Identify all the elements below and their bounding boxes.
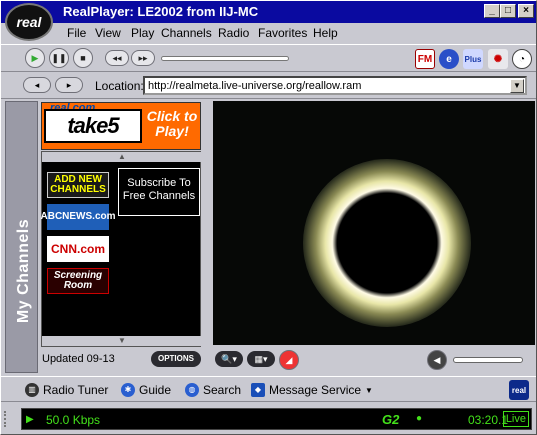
channel-abcnews[interactable]: ABCNEWS.com [41,204,116,230]
position-slider[interactable] [161,56,289,61]
my-channels-tab[interactable]: My Channels [5,101,38,373]
chevron-down-icon[interactable]: ▼ [510,79,524,93]
guide-label: Guide [139,383,172,397]
status-bar: ▶ 50.0 Kbps G2 ● 03:20.1 Live [21,408,532,430]
menu-help[interactable]: Help [313,26,338,40]
radio-tuner-link[interactable]: ▥ Radio Tuner [25,383,108,397]
fast-forward-icon[interactable]: ▸▸ [131,50,155,66]
take5-banner[interactable]: real.com take5 Click to Play! [41,102,201,150]
zoom-icon[interactable]: 🔍▾ [215,351,243,367]
forward-button[interactable]: ▸ [55,77,83,93]
menu-channels[interactable]: Channels [161,26,212,40]
scroll-down-icon[interactable]: ▼ [42,336,202,346]
channel-tooltip: Subscribe To Free Channels [118,168,200,216]
message-icon: ◆ [251,383,265,397]
bottom-links: ▥ Radio Tuner ✱ Guide ◍ Search ◆ Message… [1,376,536,402]
menu-favorites[interactable]: Favorites [258,26,307,40]
title-bar: RealPlayer: LE2002 from IIJ-MC _ □ × [1,1,536,23]
real-small-logo[interactable]: real [509,380,529,400]
channel-cnn[interactable]: CNN.com [47,236,109,262]
channel-screening-room[interactable]: Screening Room [47,268,109,294]
message-service-label: Message Service [269,383,362,397]
channels-panel: real.com take5 Click to Play! ▲ ADD NEW … [39,101,203,373]
video-display [213,101,535,345]
guide-icon: ✱ [121,383,135,397]
play-status-icon: ▶ [26,414,34,425]
g2-logo: G2 [382,412,400,427]
message-service-link[interactable]: ◆ Message Service ▼ [251,383,373,397]
video-controls: 🔍▾ ▦▾ ◢ ◀ [213,347,535,373]
options-button[interactable]: OPTIONS [151,351,201,367]
clock-icon[interactable]: ◔ [512,49,532,69]
solar-eclipse-image [303,159,471,327]
realplayer-window: RealPlayer: LE2002 from IIJ-MC _ □ × rea… [0,0,537,435]
real-e-icon[interactable]: e [439,49,459,69]
dropdown-arrow-icon: ▼ [365,385,373,395]
location-input[interactable]: http://realmeta.live-universe.org/reallo… [143,76,527,95]
mute-icon[interactable]: ◀ [427,350,447,370]
search-label: Search [203,383,242,397]
maximize-button[interactable]: □ [500,4,516,18]
radio-icon: ▥ [25,383,39,397]
updated-date: Updated 09-13 [42,353,115,365]
location-url: http://realmeta.live-universe.org/reallo… [148,80,362,92]
live-badge: Live [502,411,529,427]
back-button[interactable]: ◂ [23,77,51,93]
channel-add-new[interactable]: ADD NEW CHANNELS [47,172,109,198]
rewind-icon[interactable]: ◂◂ [105,50,129,66]
channel-list: ▲ ADD NEW CHANNELS ABCNEWS.com CNN.com S… [41,151,202,347]
pause-icon[interactable]: ❚❚ [49,48,69,68]
real-plus-icon[interactable]: Plus [463,49,483,69]
grip-handle[interactable] [4,411,16,427]
banner-headline: take5 [44,109,142,143]
connection-dot-icon: ● [416,413,423,424]
menu-bar: File View Play Channels Radio Favorites … [1,23,536,43]
close-button[interactable]: × [518,4,534,18]
radio-tuner-label: Radio Tuner [43,383,109,397]
real-fm-icon[interactable]: FM [415,49,435,69]
my-channels-label: My Channels [15,218,32,324]
playback-toolbar: ▶ ❚❚ ■ ◂◂ ▸▸ FM e Plus ✺ ◔ [1,44,536,72]
menu-file[interactable]: File [67,26,86,40]
banner-cta: Click to Play! [146,108,198,139]
search-link[interactable]: ◍ Search [185,383,241,397]
record-icon[interactable]: ◢ [279,350,299,370]
menu-play[interactable]: Play [131,26,154,40]
guide-link[interactable]: ✱ Guide [121,383,171,397]
window-title: RealPlayer: LE2002 from IIJ-MC [63,4,259,19]
stop-icon[interactable]: ■ [73,48,93,68]
location-bar: ◂ ▸ Location: http://realmeta.live-unive… [1,73,536,99]
bitrate-text: 50.0 Kbps [46,413,101,427]
minimize-button[interactable]: _ [484,4,500,18]
menu-view[interactable]: View [95,26,121,40]
stats-icon[interactable]: ▦▾ [247,351,275,367]
globe-icon: ◍ [185,383,199,397]
real-logo[interactable]: real [5,3,53,41]
play-icon[interactable]: ▶ [25,48,45,68]
volume-slider[interactable] [453,357,523,363]
channels-icon[interactable]: ✺ [488,49,508,69]
location-label: Location: [95,79,144,93]
scroll-up-icon[interactable]: ▲ [42,152,202,162]
menu-radio[interactable]: Radio [218,26,249,40]
